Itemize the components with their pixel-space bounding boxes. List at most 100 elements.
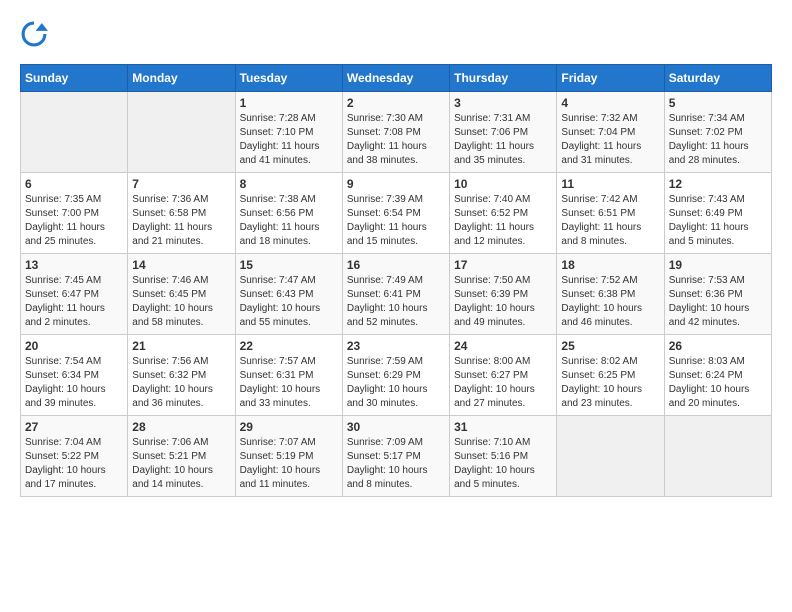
calendar-cell <box>21 92 128 173</box>
calendar-header: SundayMondayTuesdayWednesdayThursdayFrid… <box>21 65 772 92</box>
day-number: 2 <box>347 96 445 110</box>
day-info: Sunrise: 8:02 AM Sunset: 6:25 PM Dayligh… <box>561 355 659 411</box>
day-number: 24 <box>454 339 552 353</box>
day-number: 27 <box>25 420 123 434</box>
day-info: Sunrise: 7:06 AM Sunset: 5:21 PM Dayligh… <box>132 436 230 492</box>
calendar-cell: 3 Sunrise: 7:31 AM Sunset: 7:06 PM Daylig… <box>450 92 557 173</box>
header-sunday: Sunday <box>21 65 128 92</box>
day-number: 9 <box>347 177 445 191</box>
page-header <box>20 20 772 48</box>
day-number: 13 <box>25 258 123 272</box>
day-number: 16 <box>347 258 445 272</box>
day-number: 6 <box>25 177 123 191</box>
day-info: Sunrise: 7:04 AM Sunset: 5:22 PM Dayligh… <box>25 436 123 492</box>
day-number: 20 <box>25 339 123 353</box>
calendar-cell: 30Sunrise: 7:09 AM Sunset: 5:17 PM Dayli… <box>342 416 449 497</box>
day-info: Sunrise: 7:07 AM Sunset: 5:19 PM Dayligh… <box>240 436 338 492</box>
day-number: 12 <box>669 177 767 191</box>
day-info: Sunrise: 7:31 AM Sunset: 7:06 PM Dayligh… <box>454 112 552 168</box>
day-number: 25 <box>561 339 659 353</box>
day-number: 26 <box>669 339 767 353</box>
day-number: 10 <box>454 177 552 191</box>
day-info: Sunrise: 7:35 AM Sunset: 7:00 PM Dayligh… <box>25 193 123 249</box>
header-saturday: Saturday <box>664 65 771 92</box>
calendar-cell: 23 Sunrise: 7:59 AM Sunset: 6:29 PM Dayli… <box>342 335 449 416</box>
day-info: Sunrise: 7:52 AM Sunset: 6:38 PM Dayligh… <box>561 274 659 330</box>
calendar-cell: 24Sunrise: 8:00 AM Sunset: 6:27 PM Dayli… <box>450 335 557 416</box>
day-number: 17 <box>454 258 552 272</box>
calendar-cell: 31 Sunrise: 7:10 AM Sunset: 5:16 PM Dayli… <box>450 416 557 497</box>
calendar-cell: 25 Sunrise: 8:02 AM Sunset: 6:25 PM Dayli… <box>557 335 664 416</box>
calendar-cell: 4Sunrise: 7:32 AM Sunset: 7:04 PM Daylig… <box>557 92 664 173</box>
calendar-body: 1 Sunrise: 7:28 AM Sunset: 7:10 PM Daylig… <box>21 92 772 497</box>
calendar-cell: 27 Sunrise: 7:04 AM Sunset: 5:22 PM Dayli… <box>21 416 128 497</box>
calendar-cell: 11 Sunrise: 7:42 AM Sunset: 6:51 PM Dayli… <box>557 173 664 254</box>
day-number: 30 <box>347 420 445 434</box>
day-info: Sunrise: 7:42 AM Sunset: 6:51 PM Dayligh… <box>561 193 659 249</box>
calendar-cell: 2 Sunrise: 7:30 AM Sunset: 7:08 PM Daylig… <box>342 92 449 173</box>
day-info: Sunrise: 7:28 AM Sunset: 7:10 PM Dayligh… <box>240 112 338 168</box>
day-number: 28 <box>132 420 230 434</box>
logo <box>20 20 52 48</box>
day-number: 7 <box>132 177 230 191</box>
day-info: Sunrise: 7:59 AM Sunset: 6:29 PM Dayligh… <box>347 355 445 411</box>
calendar-cell: 5 Sunrise: 7:34 AM Sunset: 7:02 PM Daylig… <box>664 92 771 173</box>
week-row-2: 13Sunrise: 7:45 AM Sunset: 6:47 PM Dayli… <box>21 254 772 335</box>
day-number: 8 <box>240 177 338 191</box>
day-number: 5 <box>669 96 767 110</box>
calendar-cell: 1 Sunrise: 7:28 AM Sunset: 7:10 PM Daylig… <box>235 92 342 173</box>
header-row: SundayMondayTuesdayWednesdayThursdayFrid… <box>21 65 772 92</box>
day-number: 31 <box>454 420 552 434</box>
day-info: Sunrise: 7:47 AM Sunset: 6:43 PM Dayligh… <box>240 274 338 330</box>
calendar-cell: 10 Sunrise: 7:40 AM Sunset: 6:52 PM Dayli… <box>450 173 557 254</box>
calendar-cell: 14Sunrise: 7:46 AM Sunset: 6:45 PM Dayli… <box>128 254 235 335</box>
day-number: 1 <box>240 96 338 110</box>
calendar-cell <box>128 92 235 173</box>
calendar-cell: 15 Sunrise: 7:47 AM Sunset: 6:43 PM Dayli… <box>235 254 342 335</box>
logo-icon <box>20 20 48 48</box>
day-info: Sunrise: 7:46 AM Sunset: 6:45 PM Dayligh… <box>132 274 230 330</box>
day-number: 23 <box>347 339 445 353</box>
day-info: Sunrise: 8:03 AM Sunset: 6:24 PM Dayligh… <box>669 355 767 411</box>
calendar-cell <box>557 416 664 497</box>
day-info: Sunrise: 7:43 AM Sunset: 6:49 PM Dayligh… <box>669 193 767 249</box>
calendar-cell: 12 Sunrise: 7:43 AM Sunset: 6:49 PM Dayli… <box>664 173 771 254</box>
header-friday: Friday <box>557 65 664 92</box>
calendar-cell: 13Sunrise: 7:45 AM Sunset: 6:47 PM Dayli… <box>21 254 128 335</box>
day-info: Sunrise: 7:34 AM Sunset: 7:02 PM Dayligh… <box>669 112 767 168</box>
calendar-cell: 17 Sunrise: 7:50 AM Sunset: 6:39 PM Dayli… <box>450 254 557 335</box>
calendar-cell: 18 Sunrise: 7:52 AM Sunset: 6:38 PM Dayli… <box>557 254 664 335</box>
day-info: Sunrise: 7:40 AM Sunset: 6:52 PM Dayligh… <box>454 193 552 249</box>
day-number: 15 <box>240 258 338 272</box>
day-info: Sunrise: 7:50 AM Sunset: 6:39 PM Dayligh… <box>454 274 552 330</box>
calendar-cell: 21Sunrise: 7:56 AM Sunset: 6:32 PM Dayli… <box>128 335 235 416</box>
day-number: 11 <box>561 177 659 191</box>
day-number: 18 <box>561 258 659 272</box>
week-row-1: 6 Sunrise: 7:35 AM Sunset: 7:00 PM Daylig… <box>21 173 772 254</box>
day-number: 3 <box>454 96 552 110</box>
calendar-cell <box>664 416 771 497</box>
calendar-cell: 26 Sunrise: 8:03 AM Sunset: 6:24 PM Dayli… <box>664 335 771 416</box>
calendar-cell: 8 Sunrise: 7:38 AM Sunset: 6:56 PM Daylig… <box>235 173 342 254</box>
calendar-cell: 6 Sunrise: 7:35 AM Sunset: 7:00 PM Daylig… <box>21 173 128 254</box>
week-row-0: 1 Sunrise: 7:28 AM Sunset: 7:10 PM Daylig… <box>21 92 772 173</box>
day-info: Sunrise: 7:38 AM Sunset: 6:56 PM Dayligh… <box>240 193 338 249</box>
day-number: 21 <box>132 339 230 353</box>
day-number: 29 <box>240 420 338 434</box>
day-number: 4 <box>561 96 659 110</box>
day-info: Sunrise: 7:30 AM Sunset: 7:08 PM Dayligh… <box>347 112 445 168</box>
day-info: Sunrise: 7:39 AM Sunset: 6:54 PM Dayligh… <box>347 193 445 249</box>
day-info: Sunrise: 7:49 AM Sunset: 6:41 PM Dayligh… <box>347 274 445 330</box>
calendar-cell: 20Sunrise: 7:54 AM Sunset: 6:34 PM Dayli… <box>21 335 128 416</box>
calendar-table: SundayMondayTuesdayWednesdayThursdayFrid… <box>20 64 772 497</box>
calendar-cell: 29 Sunrise: 7:07 AM Sunset: 5:19 PM Dayli… <box>235 416 342 497</box>
calendar-cell: 22Sunrise: 7:57 AM Sunset: 6:31 PM Dayli… <box>235 335 342 416</box>
day-info: Sunrise: 7:10 AM Sunset: 5:16 PM Dayligh… <box>454 436 552 492</box>
day-info: Sunrise: 7:53 AM Sunset: 6:36 PM Dayligh… <box>669 274 767 330</box>
week-row-4: 27 Sunrise: 7:04 AM Sunset: 5:22 PM Dayli… <box>21 416 772 497</box>
day-number: 19 <box>669 258 767 272</box>
calendar-cell: 16 Sunrise: 7:49 AM Sunset: 6:41 PM Dayli… <box>342 254 449 335</box>
header-wednesday: Wednesday <box>342 65 449 92</box>
header-thursday: Thursday <box>450 65 557 92</box>
calendar-cell: 19 Sunrise: 7:53 AM Sunset: 6:36 PM Dayli… <box>664 254 771 335</box>
